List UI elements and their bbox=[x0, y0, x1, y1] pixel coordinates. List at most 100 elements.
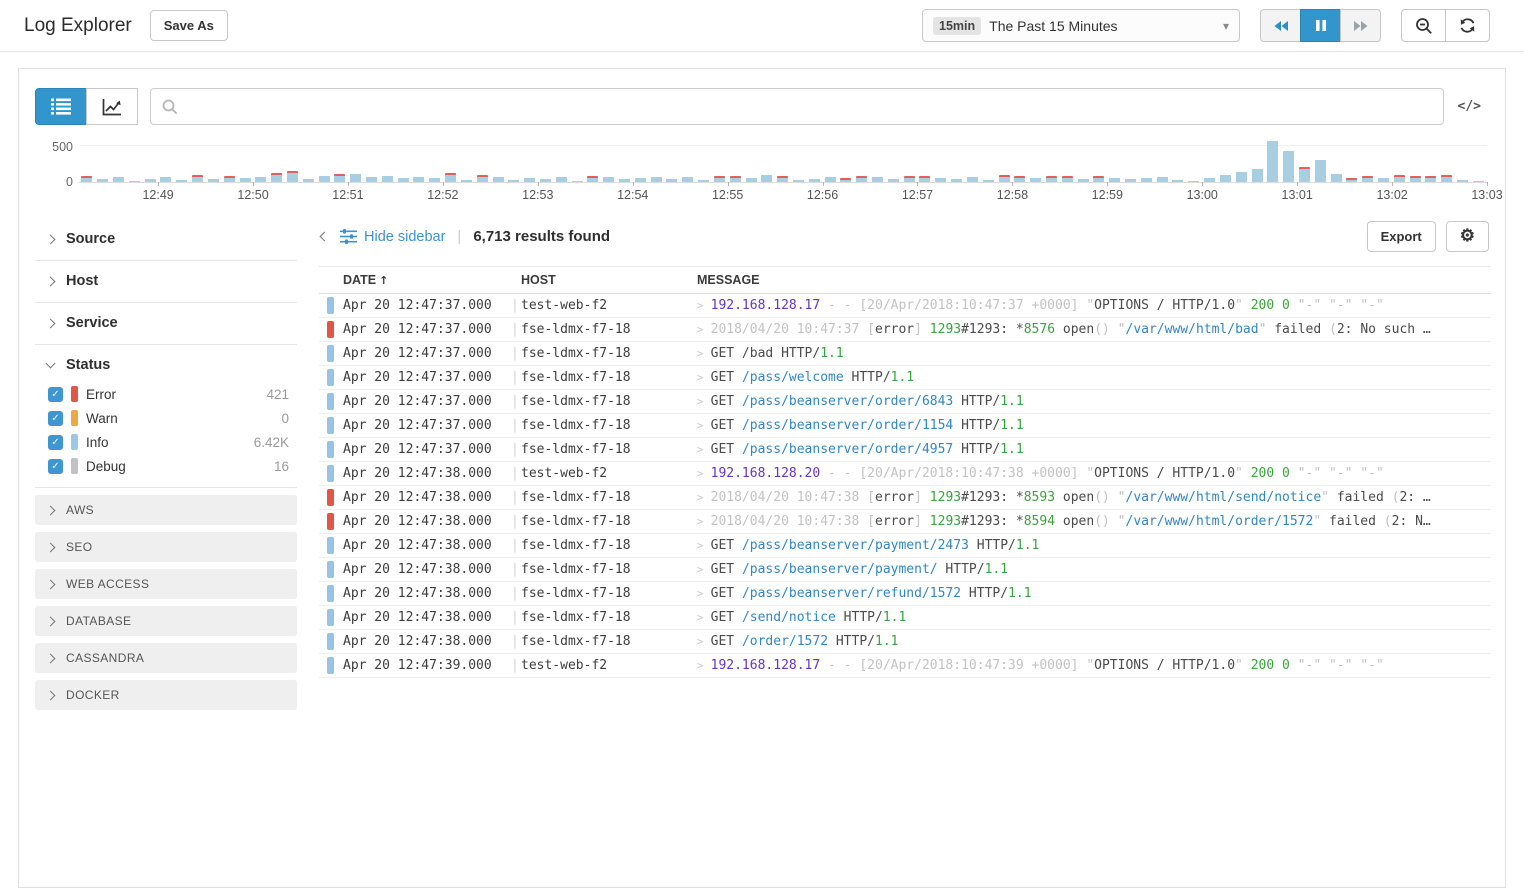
message-token: GET bbox=[711, 418, 742, 433]
message-token: 2: N… bbox=[1392, 514, 1431, 529]
facet-host[interactable]: Host bbox=[35, 261, 297, 303]
histogram-bar bbox=[395, 141, 411, 182]
status-indicator-cell bbox=[319, 441, 343, 458]
status-item-debug[interactable]: ✓Debug16 bbox=[35, 454, 297, 478]
message-token: GET bbox=[711, 538, 742, 553]
log-date: Apr 20 12:47:38.000 bbox=[343, 538, 511, 553]
status-label: Info bbox=[86, 435, 246, 450]
toolbar-divider: | bbox=[457, 228, 461, 245]
log-row[interactable]: Apr 20 12:47:37.000|fse-ldmx-f7-18>GET /… bbox=[319, 414, 1491, 438]
export-button[interactable]: Export bbox=[1367, 221, 1436, 252]
list-view-icon bbox=[51, 98, 71, 115]
checkbox-checked[interactable]: ✓ bbox=[48, 411, 63, 426]
facet-group-docker[interactable]: DOCKER bbox=[35, 680, 297, 710]
save-as-button[interactable]: Save As bbox=[150, 10, 228, 41]
log-row[interactable]: Apr 20 12:47:38.000|test-web-f2>192.168.… bbox=[319, 462, 1491, 486]
message-token: 2: No such … bbox=[1337, 322, 1431, 337]
log-row[interactable]: Apr 20 12:47:38.000|fse-ldmx-f7-18>GET /… bbox=[319, 582, 1491, 606]
histogram-bar bbox=[1455, 141, 1471, 182]
status-item-error[interactable]: ✓Error421 bbox=[35, 382, 297, 406]
log-row[interactable]: Apr 20 12:47:37.000|fse-ldmx-f7-18>2018/… bbox=[319, 318, 1491, 342]
log-date: Apr 20 12:47:38.000 bbox=[343, 490, 511, 505]
log-row[interactable]: Apr 20 12:47:37.000|fse-ldmx-f7-18>GET /… bbox=[319, 342, 1491, 366]
facet-group-seo[interactable]: SEO bbox=[35, 532, 297, 562]
log-date: Apr 20 12:47:37.000 bbox=[343, 418, 511, 433]
message-token: " bbox=[1235, 658, 1243, 673]
pause-button[interactable] bbox=[1300, 9, 1341, 42]
histogram-bar bbox=[696, 141, 712, 182]
status-indicator-info bbox=[327, 393, 334, 410]
facet-source[interactable]: Source bbox=[35, 219, 297, 261]
log-row[interactable]: Apr 20 12:47:37.000|fse-ldmx-f7-18>GET /… bbox=[319, 390, 1491, 414]
log-row[interactable]: Apr 20 12:47:38.000|fse-ldmx-f7-18>GET /… bbox=[319, 534, 1491, 558]
graph-view-toggle[interactable] bbox=[86, 88, 138, 125]
facet-group-label: DATABASE bbox=[66, 614, 131, 628]
status-indicator-info bbox=[327, 633, 334, 650]
x-axis-tick-label: 12:57 bbox=[902, 188, 933, 202]
status-indicator-info bbox=[327, 441, 334, 458]
search-input[interactable] bbox=[186, 98, 1432, 116]
checkbox-checked[interactable]: ✓ bbox=[48, 435, 63, 450]
histogram-bar bbox=[933, 141, 949, 182]
rewind-button[interactable] bbox=[1260, 9, 1301, 42]
log-date: Apr 20 12:47:37.000 bbox=[343, 370, 511, 385]
fast-forward-button[interactable] bbox=[1340, 9, 1381, 42]
log-row[interactable]: Apr 20 12:47:38.000|fse-ldmx-f7-18>GET /… bbox=[319, 558, 1491, 582]
column-divider: | bbox=[511, 514, 521, 529]
info-bar-segment bbox=[1093, 178, 1104, 182]
status-indicator-cell bbox=[319, 345, 343, 362]
status-label: Error bbox=[86, 387, 258, 402]
info-bar-segment bbox=[587, 178, 598, 182]
message-token bbox=[1110, 514, 1118, 529]
message-token: HTTP/ bbox=[953, 418, 1000, 433]
status-swatch bbox=[71, 386, 78, 402]
column-divider: | bbox=[511, 298, 521, 313]
zoom-out-button[interactable] bbox=[1401, 9, 1446, 42]
time-range-select[interactable]: 15min The Past 15 Minutes ▾ bbox=[922, 9, 1240, 42]
info-bar-segment bbox=[1141, 178, 1152, 182]
message-token: " bbox=[1086, 658, 1094, 673]
info-bar-segment bbox=[398, 178, 409, 182]
facet-group-aws[interactable]: AWS bbox=[35, 495, 297, 525]
log-row[interactable]: Apr 20 12:47:38.000|fse-ldmx-f7-18>GET /… bbox=[319, 630, 1491, 654]
status-item-warn[interactable]: ✓Warn0 bbox=[35, 406, 297, 430]
facet-group-web-access[interactable]: WEB ACCESS bbox=[35, 569, 297, 599]
log-row[interactable]: Apr 20 12:47:37.000|fse-ldmx-f7-18>GET /… bbox=[319, 366, 1491, 390]
collapse-sidebar-chevron-icon[interactable] bbox=[320, 232, 330, 242]
log-host: fse-ldmx-f7-18 bbox=[521, 418, 697, 433]
pause-icon bbox=[1315, 19, 1327, 32]
log-row[interactable]: Apr 20 12:47:37.000|fse-ldmx-f7-18>GET /… bbox=[319, 438, 1491, 462]
content-area: SourceHostServiceStatus✓Error421✓Warn0✓I… bbox=[33, 215, 1491, 717]
checkbox-checked[interactable]: ✓ bbox=[48, 387, 63, 402]
info-bar-segment bbox=[303, 179, 314, 182]
status-count: 6.42K bbox=[254, 435, 289, 450]
log-row[interactable]: Apr 20 12:47:39.000|test-web-f2>192.168.… bbox=[319, 654, 1491, 678]
checkbox-checked[interactable]: ✓ bbox=[48, 459, 63, 474]
list-view-toggle[interactable] bbox=[35, 88, 87, 125]
chevron-right-icon bbox=[46, 234, 56, 244]
facet-status[interactable]: Status bbox=[35, 345, 297, 382]
log-row[interactable]: Apr 20 12:47:37.000|test-web-f2>192.168.… bbox=[319, 294, 1491, 318]
histogram-bar bbox=[806, 141, 822, 182]
search-box bbox=[150, 88, 1444, 125]
log-row[interactable]: Apr 20 12:47:38.000|fse-ldmx-f7-18>2018/… bbox=[319, 510, 1491, 534]
expand-chevron-icon: > bbox=[697, 563, 704, 576]
refresh-button[interactable] bbox=[1445, 9, 1490, 42]
log-row[interactable]: Apr 20 12:47:38.000|fse-ldmx-f7-18>GET /… bbox=[319, 606, 1491, 630]
message-token: 1293 bbox=[930, 322, 961, 337]
hide-sidebar-link[interactable]: Hide sidebar bbox=[340, 229, 445, 245]
info-bar-segment bbox=[366, 177, 377, 182]
code-mode-icon[interactable]: </> bbox=[1458, 99, 1481, 114]
facet-service[interactable]: Service bbox=[35, 303, 297, 345]
status-item-info[interactable]: ✓ Info 6.42K bbox=[35, 430, 297, 454]
settings-button[interactable]: ⚙ bbox=[1446, 221, 1489, 252]
histogram-bars[interactable] bbox=[79, 141, 1487, 182]
facet-group-database[interactable]: DATABASE bbox=[35, 606, 297, 636]
facet-group-cassandra[interactable]: CASSANDRA bbox=[35, 643, 297, 673]
info-bar-segment bbox=[651, 177, 662, 182]
column-header-date[interactable]: DATE↑ bbox=[343, 273, 511, 287]
facet-group-label: DOCKER bbox=[66, 688, 120, 702]
log-message: >GET /pass/beanserver/refund/1572 HTTP/1… bbox=[697, 586, 1491, 601]
log-row[interactable]: Apr 20 12:47:38.000|fse-ldmx-f7-18>2018/… bbox=[319, 486, 1491, 510]
histogram-bar bbox=[1249, 141, 1265, 182]
